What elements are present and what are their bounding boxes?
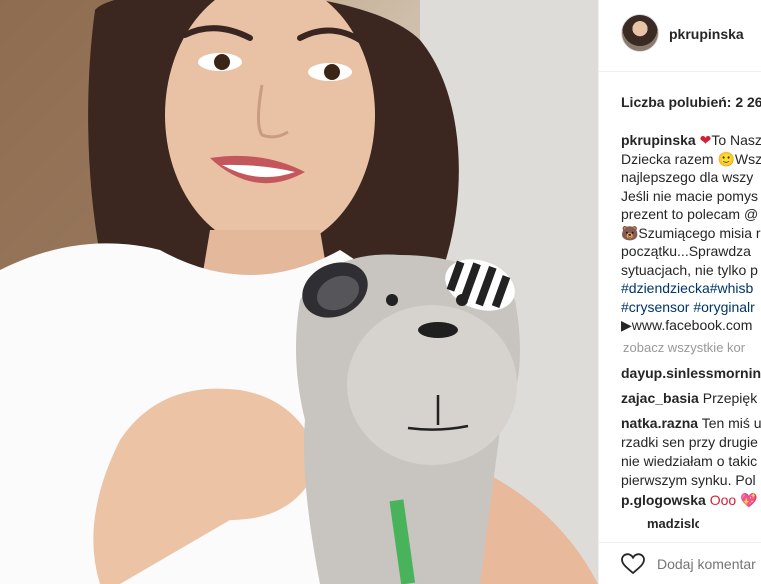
post-header: pkrupinska xyxy=(599,0,761,72)
caption-line: Jeśli nie macie pomys xyxy=(621,187,758,204)
comment-text: Przepięk xyxy=(702,390,758,406)
comment-username[interactable]: natka.razna xyxy=(621,415,698,431)
caption-text: To Nasz xyxy=(711,132,761,148)
photo-illustration xyxy=(0,0,598,584)
post-username[interactable]: pkrupinska xyxy=(669,26,744,42)
hashtag-link[interactable]: #dziendziecka#whisb xyxy=(621,279,761,298)
caption-line: najlepszego dla wszy xyxy=(621,169,754,185)
user-avatar[interactable] xyxy=(621,14,659,52)
comment-text: rzadki sen przy drugie xyxy=(621,434,758,450)
add-comment-input[interactable] xyxy=(657,556,761,572)
caption-line: pkrupinska ❤To Nasz xyxy=(621,131,761,150)
comment: natka.razna Ten miś u rzadki sen przy dr… xyxy=(621,414,761,490)
comment: madzislonka xyxy=(621,517,699,529)
likes-count[interactable]: Liczba polubień: 2 26 xyxy=(621,94,761,110)
post-photo[interactable] xyxy=(0,0,598,584)
comment-text: pierwszym synku. Pol xyxy=(621,472,756,488)
post-actions xyxy=(599,542,761,584)
caption-line: prezent to polecam @ xyxy=(621,206,759,222)
caption-line: Dziecka razem 🙂Wsz xyxy=(621,150,761,167)
post-caption: pkrupinska ❤To Nasz Dziecka razem 🙂Wsz n… xyxy=(621,131,761,335)
hashtag-link[interactable]: #crysensor #oryginalr xyxy=(621,298,761,317)
comment-text: Ooo 💖 xyxy=(709,492,758,508)
caption-line: sytuacjach, nie tylko p xyxy=(621,261,758,278)
post-side-panel: pkrupinska Liczba polubień: 2 26 pkrupin… xyxy=(598,0,761,584)
facebook-link[interactable]: ▶www.facebook.com xyxy=(621,316,761,335)
comment-text: Ten miś u xyxy=(701,415,761,431)
comment-username[interactable]: madzislonka xyxy=(647,517,699,529)
comment-text: nie wiedziałam o takic xyxy=(621,453,758,469)
caption-author[interactable]: pkrupinska xyxy=(621,132,696,148)
comment: p.glogowska Ooo 💖 xyxy=(621,491,757,510)
comment-username[interactable]: dayup.sinlessmorning xyxy=(621,365,761,381)
caption-line: początku...Sprawdza xyxy=(621,243,751,259)
comment: zajac_basia Przepięk xyxy=(621,389,757,408)
view-all-comments-link[interactable]: zobacz wszystkie kor xyxy=(623,340,745,355)
heart-outline-icon[interactable] xyxy=(621,553,645,575)
comment-username[interactable]: zajac_basia xyxy=(621,390,699,406)
comment: dayup.sinlessmorning xyxy=(621,364,761,383)
heart-emoji-icon: ❤ xyxy=(699,132,712,148)
comment-username[interactable]: p.glogowska xyxy=(621,492,706,508)
caption-line: 🐻Szumiącego misia r xyxy=(621,224,761,241)
